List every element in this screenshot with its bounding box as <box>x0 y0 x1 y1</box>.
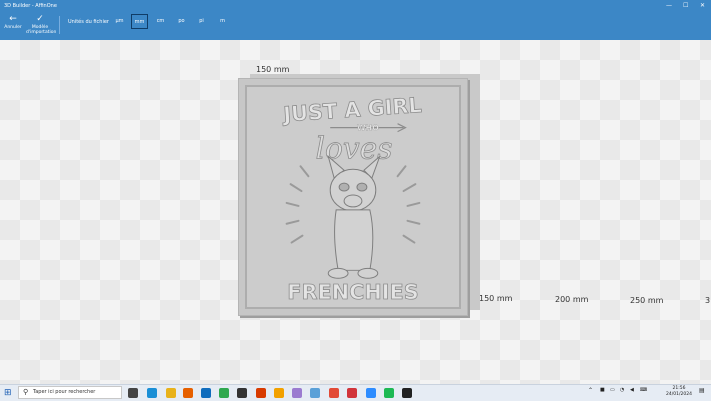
undo-label: Annuler <box>4 25 22 30</box>
import-model-label-2: d'importation <box>26 30 57 35</box>
ribbon: ← Annuler ✓ Modèle d'importation Unités … <box>0 12 711 40</box>
unit-m-button[interactable]: m <box>214 14 231 29</box>
edge-icon[interactable] <box>147 388 157 398</box>
undo-button[interactable]: ← Annuler <box>4 14 22 30</box>
search-placeholder: Taper ici pour rechercher <box>33 389 96 395</box>
taskbar-search-box[interactable]: ⚲ Taper ici pour rechercher <box>18 386 122 399</box>
tray-volume-icon[interactable]: ◀ <box>630 388 634 393</box>
import-model-button[interactable]: ✓ Modèle d'importation <box>26 14 57 35</box>
3d-model-plate[interactable]: JUST A GIRL WHO loves FRENCHIES <box>238 78 468 316</box>
dimension-label-top: 150 mm <box>256 65 290 74</box>
model-text-loves: loves <box>315 131 392 166</box>
ribbon-separator <box>59 16 60 34</box>
chrome-icon[interactable] <box>219 388 229 398</box>
maximize-icon[interactable]: ☐ <box>683 2 688 9</box>
tray-app-icon[interactable]: ■ <box>600 388 605 393</box>
unit-po-button[interactable]: po <box>173 14 190 29</box>
app-messenger-icon[interactable] <box>366 388 376 398</box>
minimize-icon[interactable]: — <box>666 2 672 9</box>
checkmark-icon: ✓ <box>36 14 44 24</box>
french-bulldog-icon <box>327 154 381 279</box>
task-view-icon[interactable] <box>128 388 138 398</box>
app-spotify-icon[interactable] <box>384 388 394 398</box>
clock-time: 21:56 <box>672 386 686 391</box>
unit-um-button[interactable]: µm <box>111 14 128 29</box>
app-store-icon[interactable] <box>347 388 357 398</box>
tray-network-icon[interactable]: ◔ <box>620 388 624 393</box>
3d-viewport[interactable]: 150 mm 150 mm 200 mm 250 mm 3 JUST A GIR… <box>0 40 711 384</box>
dimension-label-300: 3 <box>705 296 711 305</box>
units-label: Unités du fichier <box>68 19 109 25</box>
dimension-label-250: 250 mm <box>630 296 664 305</box>
app-paint-icon[interactable] <box>292 388 302 398</box>
clock[interactable]: 21:56 24/01/2024 <box>664 386 694 398</box>
app-notepad-icon[interactable] <box>310 388 320 398</box>
unit-pi-button[interactable]: pi <box>193 14 210 29</box>
model-text-bottom: FRENCHIES <box>287 280 418 304</box>
clock-date: 24/01/2024 <box>666 392 692 397</box>
app-music-icon[interactable] <box>329 388 339 398</box>
close-icon[interactable]: ✕ <box>700 2 705 9</box>
windows-start-icon[interactable]: ⊞ <box>4 388 12 398</box>
tray-battery-icon[interactable]: ▭ <box>610 388 615 393</box>
model-text-top: JUST A GIRL <box>281 93 423 127</box>
app-red-icon[interactable] <box>256 388 266 398</box>
dimension-label-150: 150 mm <box>479 294 513 303</box>
unit-mm-button[interactable]: mm <box>131 14 148 29</box>
3d-builder-icon[interactable] <box>402 388 412 398</box>
window-title: 3D Builder - AffinOne <box>4 3 57 9</box>
chevron-up-icon[interactable]: ⌃ <box>588 388 593 394</box>
file-explorer-icon[interactable] <box>166 388 176 398</box>
tray-keyboard-icon[interactable]: ⌨ <box>640 388 647 393</box>
model-relief-art: JUST A GIRL WHO loves FRENCHIES <box>280 93 423 305</box>
taskbar: ⊞ ⚲ Taper ici pour rechercher ⌃ ■ ▭ ◔ ◀ … <box>0 384 711 401</box>
terminal-icon[interactable] <box>237 388 247 398</box>
app-orange-icon[interactable] <box>274 388 284 398</box>
dimension-label-200: 200 mm <box>555 295 589 304</box>
firefox-icon[interactable] <box>183 388 193 398</box>
mail-icon[interactable] <box>201 388 211 398</box>
arrow-left-icon: ← <box>9 14 17 24</box>
unit-cm-button[interactable]: cm <box>152 14 169 29</box>
model-plate-inner: JUST A GIRL WHO loves FRENCHIES <box>245 85 461 309</box>
title-bar: 3D Builder - AffinOne — ☐ ✕ <box>0 0 711 12</box>
search-icon: ⚲ <box>23 388 29 396</box>
notification-icon[interactable]: ▤ <box>699 388 705 394</box>
